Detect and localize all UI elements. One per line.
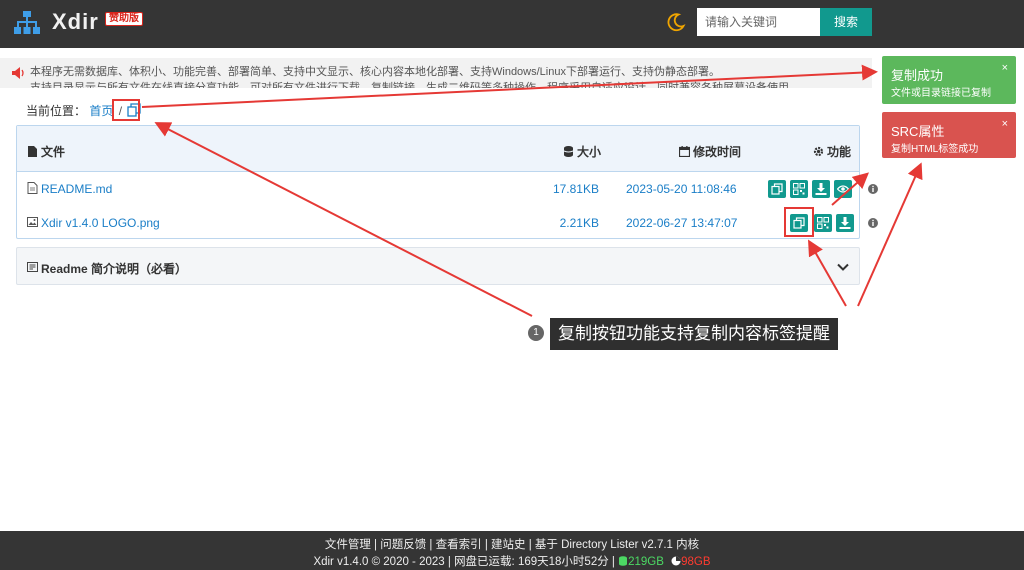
preview-button[interactable] xyxy=(834,180,852,198)
copy-icon xyxy=(771,183,783,195)
callout-text: 复制按钮功能支持复制内容标签提醒 xyxy=(550,318,838,350)
speaker-icon xyxy=(12,67,24,79)
notice-text-2: 支持目录显示与所有文件在线直接分享功能，可对所有文件进行下载、复制链接、生成二维… xyxy=(30,82,800,88)
info-icon[interactable] xyxy=(868,184,878,194)
toast-message: 复制HTML标签成功 xyxy=(891,144,979,155)
footer-copyright: Xdir v1.4.0 © 2020 - 2023 xyxy=(313,556,445,568)
footer-link-file-manage[interactable]: 文件管理 xyxy=(325,539,371,551)
chevron-down-icon[interactable] xyxy=(837,261,849,273)
file-modified-time: 2023-05-20 11:08:46 xyxy=(626,182,737,196)
qrcode-icon xyxy=(817,217,829,229)
gear-icon xyxy=(813,146,824,157)
moon-icon[interactable] xyxy=(666,12,686,32)
callout-number: 1 xyxy=(528,325,544,341)
search-button[interactable]: 搜索 xyxy=(820,8,872,36)
calendar-icon xyxy=(679,146,690,157)
footer-link-index[interactable]: 查看索引 xyxy=(436,539,482,551)
file-table: 文件 大小 修改时间 功能 README.md 17.81KB 2023-05-… xyxy=(16,125,878,240)
column-header-actions: 功能 xyxy=(813,143,851,160)
download-button[interactable] xyxy=(836,214,854,232)
table-header: 文件 大小 修改时间 功能 xyxy=(17,126,859,172)
logo-text[interactable]: Xdir xyxy=(52,9,99,35)
download-button[interactable] xyxy=(812,180,830,198)
download-icon xyxy=(815,183,827,195)
readme-title: Readme 简介说明（必看） xyxy=(41,262,188,276)
file-icon xyxy=(28,146,37,157)
footer-uptime: 网盘已运载: 169天18小时52分 xyxy=(454,556,609,568)
toast-src-attribute: SRC属性 复制HTML标签成功 × xyxy=(882,112,1016,158)
close-icon[interactable]: × xyxy=(1002,118,1008,130)
notice-bar: 本程序无需数据库、体积小、功能完善、部署简单、支持中文显示、核心内容本地化部署、… xyxy=(0,58,872,88)
breadcrumb-label: 当前位置： xyxy=(26,104,87,118)
footer-based-on: 基于 Directory Lister v2.7.1 内核 xyxy=(534,539,700,551)
readme-panel[interactable]: Readme 简介说明（必看） xyxy=(16,247,860,285)
file-icon xyxy=(27,182,38,194)
notice-text: 本程序无需数据库、体积小、功能完善、部署简单、支持中文显示、核心内容本地化部署、… xyxy=(30,66,720,78)
readme-icon xyxy=(27,262,38,272)
download-icon xyxy=(839,217,851,229)
footer-links: 文件管理 | 问题反馈 | 查看索引 | 建站史 | 基于 Directory … xyxy=(324,539,700,551)
file-modified-time: 2022-06-27 13:47:07 xyxy=(626,216,738,230)
toast-title: SRC属性 xyxy=(891,124,945,139)
sitemap-icon xyxy=(14,11,40,34)
disk-free: 98GB xyxy=(681,556,711,568)
pie-chart-icon xyxy=(671,556,681,566)
column-header-time[interactable]: 修改时间 xyxy=(679,143,741,160)
footer-link-feedback[interactable]: 问题反馈 xyxy=(380,539,426,551)
file-link[interactable]: README.md xyxy=(41,182,112,196)
image-icon xyxy=(27,217,38,227)
top-header: Xdir 赞助版 搜索 xyxy=(0,0,1024,48)
page: Xdir 赞助版 搜索 本程序无需数据库、体积小、功能完善、部署简单、支持中文显… xyxy=(0,0,1024,570)
footer: 文件管理 | 问题反馈 | 查看索引 | 建站史 | 基于 Directory … xyxy=(0,531,1024,570)
eye-icon xyxy=(837,185,849,193)
footer-link-history[interactable]: 建站史 xyxy=(491,539,526,551)
toast-copy-success: 复制成功 文件或目录链接已复制 × xyxy=(882,56,1016,104)
qrcode-icon xyxy=(793,183,805,195)
info-icon[interactable] xyxy=(868,218,878,228)
toast-title: 复制成功 xyxy=(891,68,944,83)
database-icon xyxy=(619,556,628,566)
disk-used: 219GB xyxy=(628,556,664,568)
copy-link-button[interactable] xyxy=(768,180,786,198)
file-size: 17.81KB xyxy=(552,182,599,196)
breadcrumb-home-link[interactable]: 首页 xyxy=(89,104,113,118)
search-input[interactable] xyxy=(697,8,820,36)
column-header-file[interactable]: 文件 xyxy=(27,143,65,160)
qrcode-button[interactable] xyxy=(790,180,808,198)
column-header-size[interactable]: 大小 xyxy=(563,143,601,160)
annotation-box-copy-button xyxy=(784,207,814,237)
table-row: README.md 17.81KB 2023-05-20 11:08:46 xyxy=(17,172,878,206)
edition-badge: 赞助版 xyxy=(105,12,143,26)
close-icon[interactable]: × xyxy=(1002,62,1008,74)
qrcode-button[interactable] xyxy=(814,214,832,232)
database-icon xyxy=(563,146,574,157)
table-row: Xdir v1.4.0 LOGO.png 2.21KB 2022-06-27 1… xyxy=(17,206,878,240)
file-link[interactable]: Xdir v1.4.0 LOGO.png xyxy=(41,216,160,230)
footer-status: Xdir v1.4.0 © 2020 - 2023 | 网盘已运载: 169天1… xyxy=(313,556,711,568)
toast-message: 文件或目录链接已复制 xyxy=(891,88,991,99)
annotation-box-breadcrumb xyxy=(112,99,140,121)
file-size: 2.21KB xyxy=(559,216,599,230)
